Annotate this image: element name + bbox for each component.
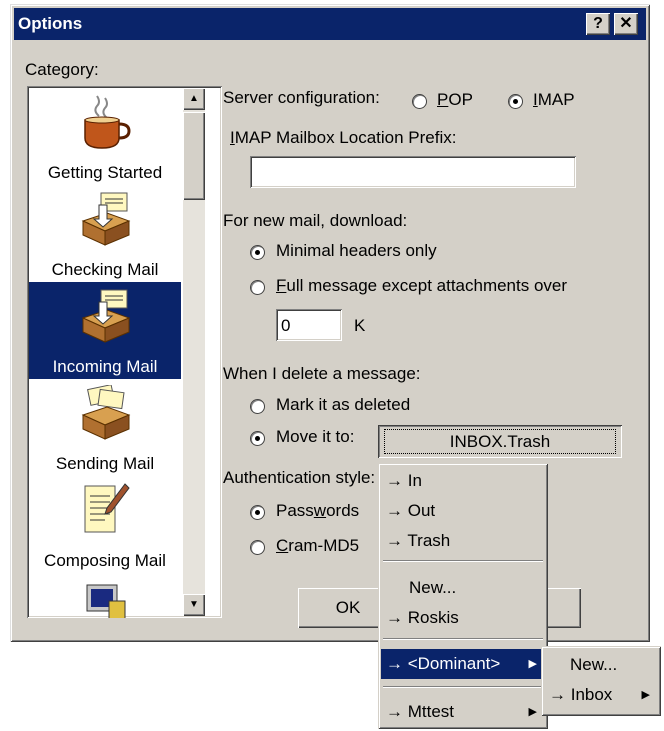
cram-md5-label: Cram-MD5 <box>276 536 360 555</box>
category-item-label: Incoming Mail <box>52 357 158 376</box>
dominant-submenu[interactable]: New... → Inbox ▶ <box>541 646 661 716</box>
help-button[interactable]: ? <box>586 13 610 35</box>
mark-deleted-label: Mark it as deleted <box>276 395 411 414</box>
submenu-arrow-icon: ▶ <box>641 689 650 701</box>
coffee-cup-icon <box>84 95 131 149</box>
imap-label: IMAP <box>533 90 575 109</box>
submenu-item-new[interactable]: New... <box>544 650 658 680</box>
scroll-up-icon[interactable]: ▲ <box>183 88 205 110</box>
full-message-label: Full message except attachments over <box>276 276 568 295</box>
imap-prefix-input[interactable] <box>250 156 576 188</box>
passwords-label: Passwords <box>276 501 360 520</box>
submenu-arrow-icon: ▶ <box>528 706 537 718</box>
cram-md5-radio[interactable] <box>250 540 265 555</box>
category-item-composing-mail[interactable]: Composing Mail <box>29 476 181 573</box>
window-title: Options <box>18 14 83 33</box>
submenu-arrow-icon: ▶ <box>528 658 537 670</box>
category-item-label: Getting Started <box>47 163 163 182</box>
delete-label: When I delete a message: <box>223 364 421 383</box>
mark-deleted-radio[interactable] <box>250 399 265 414</box>
menu-item-trash[interactable]: → Trash <box>381 526 545 556</box>
download-label: For new mail, download: <box>223 211 408 230</box>
trash-folder-button[interactable]: INBOX.Trash <box>378 425 622 458</box>
category-item-checking-mail[interactable]: Checking Mail <box>29 185 181 282</box>
pop-radio[interactable] <box>412 94 427 109</box>
pop-label: POP <box>437 90 473 109</box>
scroll-thumb[interactable] <box>183 112 205 200</box>
menu-separator <box>383 638 543 640</box>
computer-icon <box>86 584 126 618</box>
cancel-button-edge[interactable] <box>545 588 581 628</box>
category-label: Category: <box>25 60 99 79</box>
document-pen-icon <box>84 483 130 533</box>
minimal-headers-label: Minimal headers only <box>276 241 437 260</box>
category-scrollbar[interactable]: ▲ ▼ <box>183 88 205 616</box>
menu-item-new[interactable]: New... <box>381 573 545 603</box>
category-item-label: Checking Mail <box>51 260 159 279</box>
minimal-headers-radio[interactable] <box>250 245 265 260</box>
full-message-radio[interactable] <box>250 280 265 295</box>
menu-item-mttest[interactable]: → Mttest ▶ <box>381 697 545 727</box>
folder-menu[interactable]: → In → Out → Trash New... → Roskis → <Do… <box>378 463 548 729</box>
category-item-label: Composing Mail <box>44 551 166 570</box>
mailbox-tray-icon <box>81 192 131 246</box>
category-item-label: Sending Mail <box>55 454 155 473</box>
category-item-sending-mail[interactable]: Sending Mail <box>29 379 181 476</box>
auth-label: Authentication style: <box>223 468 376 487</box>
move-to-radio[interactable] <box>250 431 265 446</box>
menu-separator <box>383 560 543 562</box>
menu-item-in[interactable]: → In <box>381 466 545 496</box>
category-item-getting-started[interactable]: Getting Started <box>29 88 181 185</box>
move-to-label: Move it to: <box>276 427 355 446</box>
menu-item-out[interactable]: → Out <box>381 496 545 526</box>
scroll-down-icon[interactable]: ▼ <box>183 594 205 616</box>
size-limit-input[interactable]: 0 <box>276 309 342 341</box>
imap-prefix-label: IMAP Mailbox Location Prefix: <box>230 128 457 147</box>
passwords-radio[interactable] <box>250 505 265 520</box>
server-config-label: Server configuration: <box>223 88 380 107</box>
close-button[interactable]: ✕ <box>614 13 638 35</box>
size-unit-label: K <box>354 316 366 335</box>
category-item-incoming-mail[interactable]: Incoming Mail <box>29 282 181 379</box>
menu-item-roskis[interactable]: → Roskis <box>381 603 545 633</box>
imap-radio[interactable] <box>508 94 523 109</box>
submenu-item-inbox[interactable]: → Inbox ▶ <box>544 680 658 710</box>
title-bar[interactable]: Options ? ✕ <box>14 8 646 40</box>
category-list[interactable]: Getting Started Checking Mail Incoming M… <box>27 86 222 618</box>
options-dialog: Options ? ✕ Category: Getting Started Ch… <box>10 4 650 642</box>
inbox-tray-icon <box>81 289 131 343</box>
menu-separator <box>383 686 543 688</box>
menu-item-dominant[interactable]: → <Dominant> ▶ <box>381 649 545 679</box>
category-item-more[interactable] <box>29 573 181 618</box>
outbox-tray-icon <box>81 385 131 440</box>
